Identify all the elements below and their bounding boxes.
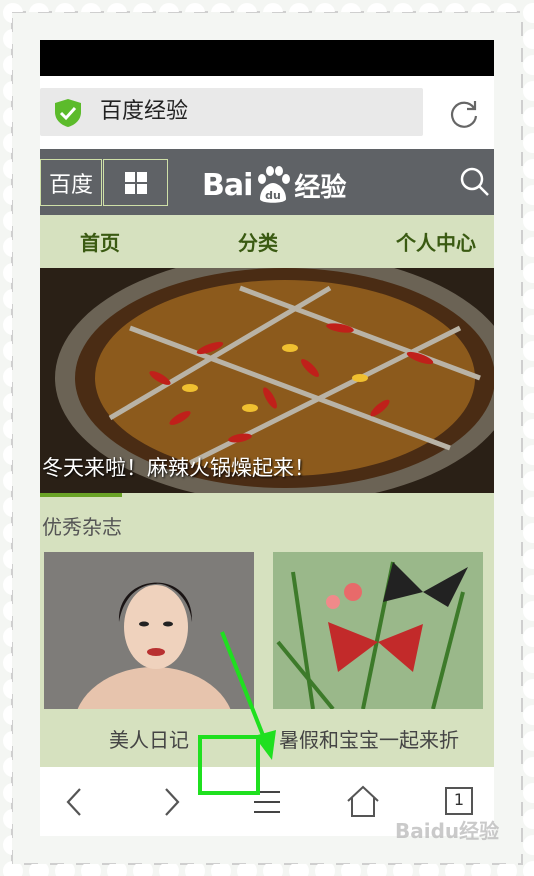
nav-item-personal-center[interactable]: 个人中心 — [396, 227, 476, 256]
forward-icon[interactable] — [148, 779, 194, 825]
baidu-jingyan-logo[interactable]: Bai du 经验 — [202, 163, 346, 207]
baidu-home-button[interactable]: 百度 — [40, 159, 102, 206]
url-field[interactable]: 百度经验 — [40, 88, 423, 136]
baidu-watermark: Baidu经验 — [395, 819, 500, 843]
address-bar: 百度经验 — [40, 76, 494, 149]
shield-icon — [55, 99, 81, 127]
logo-bai-text: Bai — [202, 167, 253, 203]
search-icon[interactable] — [460, 167, 490, 197]
nav-item-category[interactable]: 分类 — [238, 227, 278, 256]
magazine-card[interactable]: 美人日记 — [44, 552, 254, 765]
paw-icon: du — [258, 166, 291, 203]
status-bar — [40, 40, 494, 76]
tabs-count: 1 — [453, 790, 465, 809]
magazine-section: 优秀杂志 美人日记 暑假和宝宝一起来折 — [40, 497, 494, 767]
phone-screen: 百度经验 百度 Bai du 经验 首页 分类 个人中心 冬天来啦！麻辣火锅燥起… — [40, 40, 494, 836]
baidu-home-label: 百度 — [48, 172, 93, 198]
home-icon[interactable] — [340, 779, 386, 825]
svg-text:du: du — [266, 189, 282, 202]
card-label: 暑假和宝宝一起来折 — [279, 728, 459, 752]
grid-icon — [124, 171, 147, 194]
menu-highlight-box — [198, 735, 260, 795]
hero-caption: 冬天来啦！麻辣火锅燥起来！ — [42, 456, 315, 480]
refresh-icon[interactable] — [448, 98, 480, 130]
hero-banner[interactable]: 冬天来啦！麻辣火锅燥起来！ — [40, 268, 494, 493]
nav-item-home[interactable]: 首页 — [80, 227, 120, 256]
main-nav: 首页 分类 个人中心 — [40, 215, 494, 268]
magazine-card[interactable]: 暑假和宝宝一起来折 — [273, 552, 483, 765]
back-icon[interactable] — [52, 779, 98, 825]
magazine-title: 优秀杂志 — [42, 515, 122, 539]
butterfly-image — [273, 552, 483, 709]
grid-menu-button[interactable] — [103, 159, 168, 206]
portrait-image — [44, 552, 254, 709]
site-header: 百度 Bai du 经验 — [40, 149, 494, 215]
url-text: 百度经验 — [100, 99, 189, 124]
logo-jingyan-text: 经验 — [294, 172, 347, 203]
